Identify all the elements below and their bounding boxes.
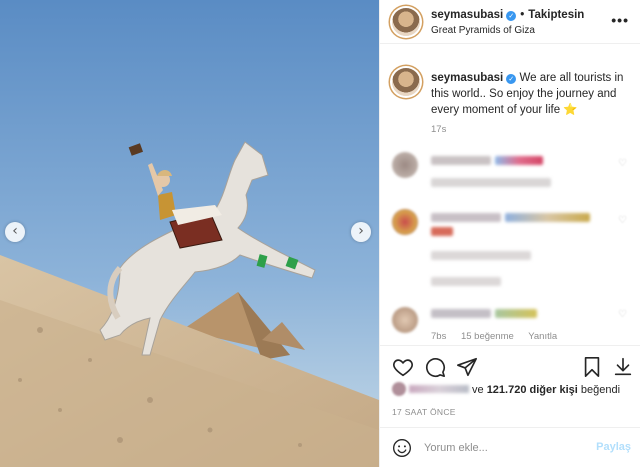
download-icon[interactable]: [612, 356, 634, 378]
author-avatar[interactable]: [392, 8, 420, 36]
chevron-left-icon: ‹: [12, 223, 18, 239]
share-icon[interactable]: [456, 356, 478, 378]
photo-scene: [0, 0, 379, 467]
likes-summary[interactable]: ve 121.720 diğer kişi beğendi: [392, 382, 620, 396]
previous-photo-button[interactable]: ‹: [5, 222, 25, 242]
blurred-liker-name: [409, 385, 469, 393]
caption-text-block: seymasubasi ✓ We are all tourists in this…: [431, 70, 631, 118]
blurred-text: [431, 251, 531, 260]
bookmark-icon[interactable]: [581, 356, 603, 378]
comment-item: ♡: [380, 205, 640, 295]
verified-badge-icon: ✓: [506, 74, 517, 84]
comment-item: ♡ 7bs 15 beğenme Yanıtla: [380, 303, 640, 345]
post-comment-button[interactable]: Paylaş: [596, 441, 631, 453]
post-sidebar: seymasubasi ✓ • Takiptesin Great Pyramids o…: [379, 0, 640, 467]
blurred-text: [431, 227, 453, 236]
following-button[interactable]: Takiptesin: [528, 9, 584, 21]
reply-link[interactable]: Yanıtla: [528, 331, 557, 342]
comment-time: 7bs: [431, 331, 447, 342]
blurred-username: [431, 309, 491, 318]
post-timestamp: 17 SAAT ÖNCE: [392, 407, 456, 417]
comment-like-icon[interactable]: ♡: [618, 309, 627, 320]
comment-likes[interactable]: 15 beğenme: [461, 331, 514, 342]
comment-input[interactable]: [424, 440, 584, 456]
emoji-icon[interactable]: [392, 438, 412, 458]
caption-time: 17s: [431, 124, 447, 135]
post-location[interactable]: Great Pyramids of Giza: [431, 25, 535, 36]
comment-like-icon[interactable]: ♡: [618, 158, 627, 169]
author-line: seymasubasi ✓ • Takiptesin: [431, 9, 585, 21]
post-header: seymasubasi ✓ • Takiptesin Great Pyramids o…: [380, 0, 640, 44]
commenter-avatar[interactable]: [392, 152, 418, 178]
comment-like-icon[interactable]: ♡: [618, 215, 627, 226]
blurred-text: [431, 178, 551, 187]
caption-username[interactable]: seymasubasi: [431, 72, 503, 84]
comment-item: ♡: [380, 148, 640, 208]
author-username[interactable]: seymasubasi: [431, 9, 503, 21]
blurred-username: [431, 213, 501, 222]
blurred-text: [495, 156, 543, 165]
blurred-text: [431, 277, 501, 286]
next-photo-button[interactable]: ›: [351, 222, 371, 242]
verified-badge-icon: ✓: [506, 11, 517, 21]
comment-meta: 7bs 15 beğenme Yanıtla: [431, 331, 569, 342]
blurred-username: [431, 156, 491, 165]
blurred-text: [495, 309, 537, 318]
comment-icon[interactable]: [424, 356, 446, 378]
chevron-right-icon: ›: [358, 223, 364, 239]
blurred-text: [505, 213, 590, 222]
add-comment-bar: Paylaş: [380, 427, 640, 467]
commenter-avatar[interactable]: [392, 209, 418, 235]
liker-avatar: [392, 382, 406, 396]
heart-icon[interactable]: [392, 356, 414, 378]
commenter-avatar[interactable]: [392, 307, 418, 333]
star-emoji: ⭐: [563, 104, 578, 116]
more-options-icon[interactable]: •••: [611, 12, 629, 28]
likes-count[interactable]: 121.720 diğer kişi: [487, 384, 578, 396]
post-photo[interactable]: ‹ ›: [0, 0, 379, 467]
caption-avatar[interactable]: [392, 68, 420, 96]
